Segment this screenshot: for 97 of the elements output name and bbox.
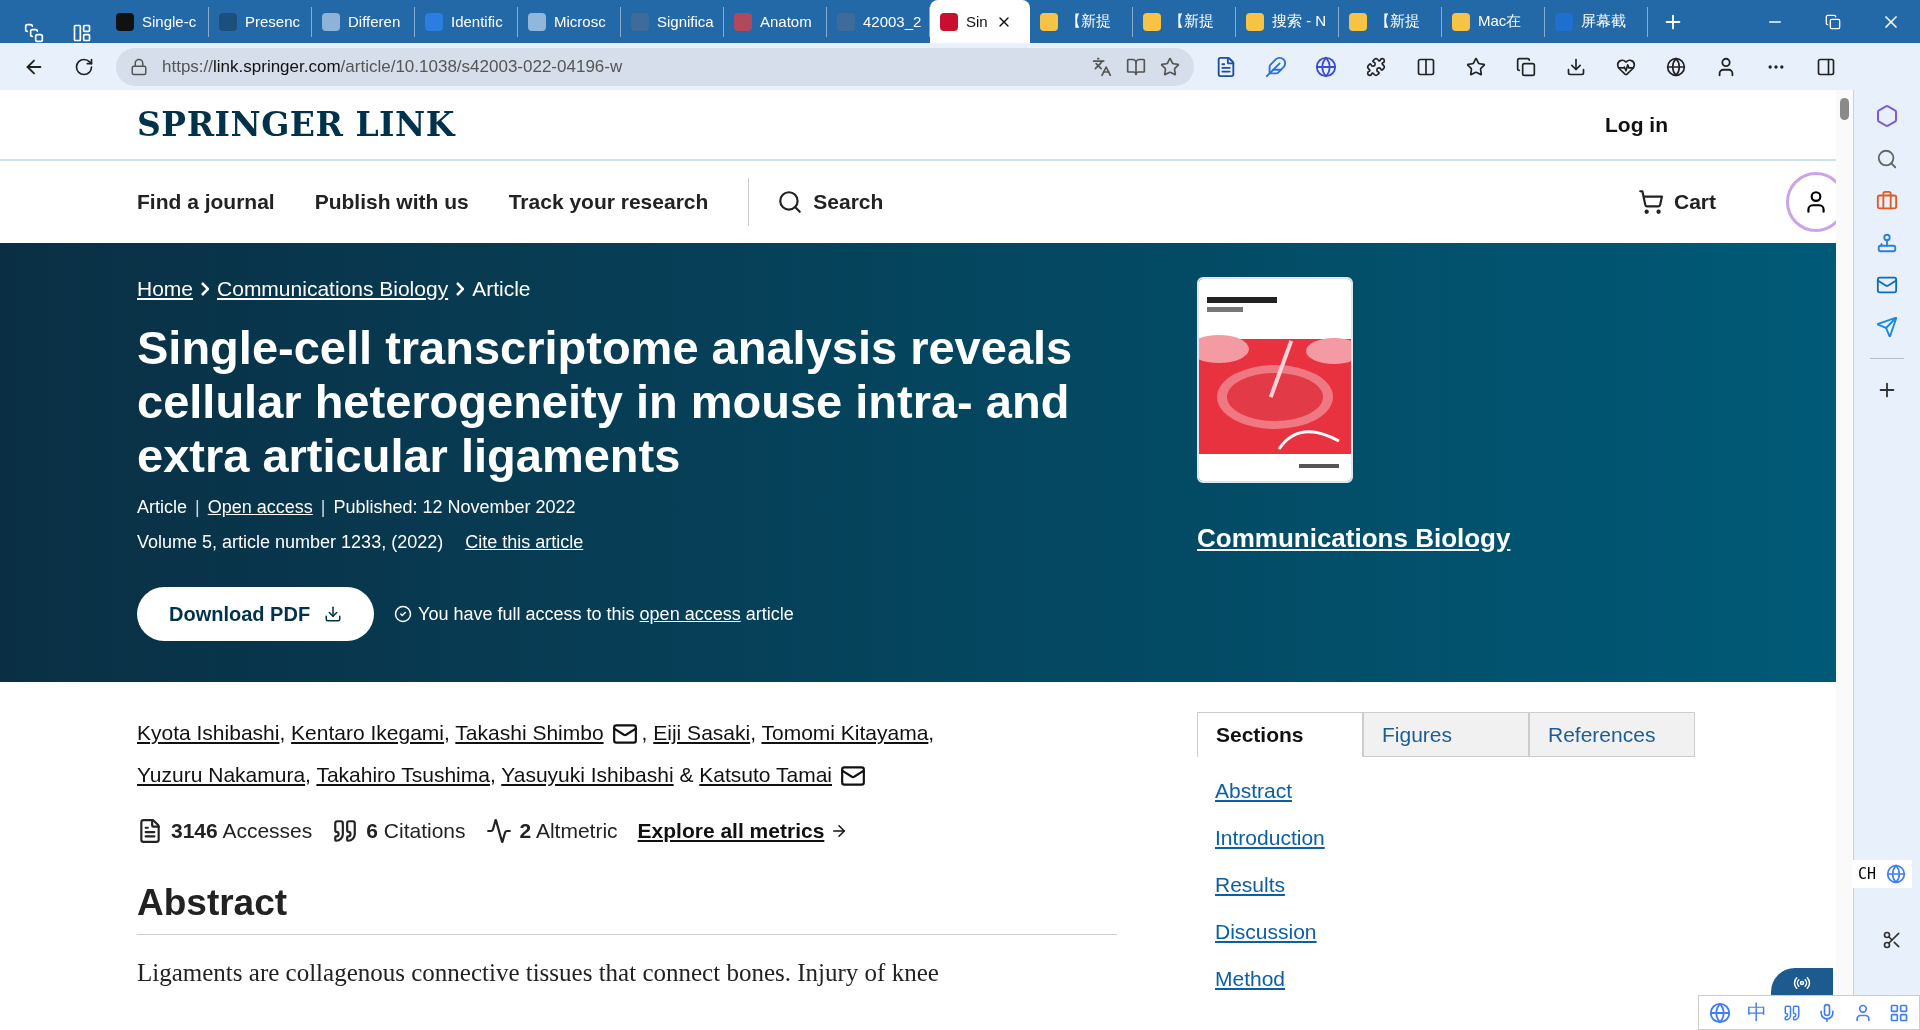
author-link[interactable]: Eiji Sasaki	[653, 721, 751, 744]
browser-tab[interactable]: Identific	[415, 6, 518, 37]
globe-icon[interactable]	[1886, 864, 1906, 884]
pulse-icon	[485, 818, 512, 844]
browser-tab[interactable]: Significa	[621, 6, 724, 37]
browser-tab[interactable]: 【新提	[1133, 6, 1236, 37]
input-mode-text[interactable]: 中	[1747, 999, 1767, 1026]
send-icon[interactable]	[1876, 316, 1898, 338]
metric-text: 3146 Accesses	[171, 819, 313, 843]
separator-text: |	[195, 497, 200, 518]
joystick-icon[interactable]	[1876, 232, 1898, 254]
login-link[interactable]: Log in	[1605, 112, 1668, 137]
translate-icon[interactable]	[1092, 56, 1112, 77]
toolbox-icon[interactable]	[1876, 190, 1898, 212]
separator-text: ,	[305, 763, 311, 786]
lock-icon	[130, 57, 148, 76]
metric-text: 6 Citations	[366, 819, 466, 843]
site-logo[interactable]: SPRINGER LINK	[137, 105, 455, 144]
meta-text: Article	[137, 497, 187, 518]
punctuation-icon[interactable]	[1783, 1003, 1801, 1022]
section-link[interactable]: Results	[1215, 873, 1286, 897]
panel-tab[interactable]: Sections	[1197, 712, 1363, 757]
cite-link[interactable]: Cite this article	[465, 532, 584, 553]
abstract-text: Ligaments are collagenous connective tissues that connect bones. Injury of knee	[137, 959, 940, 987]
separator-text: ,	[279, 721, 286, 744]
search-icon	[777, 189, 804, 215]
section-link[interactable]: Method	[1215, 967, 1286, 991]
hexagon-icon[interactable]	[1875, 104, 1899, 128]
author-link[interactable]: Yuzuru Nakamura	[137, 763, 306, 786]
separator-text: ,	[928, 721, 935, 744]
section-heading: Abstract	[137, 882, 1117, 935]
search-link[interactable]: Search	[777, 189, 884, 215]
open-access-link[interactable]: Open access	[207, 497, 313, 518]
browser-tab[interactable]: 搜索 - N	[1236, 6, 1339, 37]
nav-link[interactable]: Track your research	[508, 190, 709, 214]
author-link[interactable]: Kentaro Ikegami	[291, 721, 445, 744]
access-note: You have full access to this open access article	[418, 603, 794, 625]
browser-tab[interactable]: Differen	[312, 6, 415, 37]
explore-metrics-link[interactable]: Explore all metrics	[637, 819, 849, 843]
meta-text: Published: 12 November 2022	[333, 497, 576, 518]
browser-tab[interactable]: Presenc	[209, 6, 312, 37]
screenshot-icon[interactable]	[1882, 930, 1902, 950]
browser-tab[interactable]: Anatom	[724, 6, 827, 37]
browser-tab[interactable]: 42003_2	[827, 6, 930, 37]
section-link[interactable]: Introduction	[1215, 826, 1325, 850]
browser-tab[interactable]: 【新提	[1030, 6, 1133, 37]
chevron-icon	[456, 282, 465, 296]
metric-text: 2 Altmetric	[519, 819, 618, 843]
breadcrumb-current: Article	[472, 277, 531, 301]
browser-tab[interactable]: Microsc	[518, 6, 621, 37]
browser-tab[interactable]: 【新提	[1339, 6, 1442, 37]
author-link[interactable]: Yasuyuki Ishibashi	[501, 763, 674, 786]
open-access-link[interactable]: open access	[639, 603, 741, 624]
volume-text: Volume 5, article number 1233, (2022)	[137, 532, 444, 553]
search-icon[interactable]	[1876, 148, 1898, 170]
browser-tab[interactable]: Mac在	[1442, 6, 1545, 37]
chevron-icon	[201, 282, 210, 296]
breadcrumb-link[interactable]: Home	[137, 277, 194, 301]
browser-tab[interactable]: Single-c	[106, 6, 209, 37]
article-title: Single-cell transcriptome analysis reveals cellular heterogeneity in mouse intra- and extra articular ligaments	[137, 321, 1074, 483]
separator-text: &	[678, 763, 694, 786]
reader-icon[interactable]	[1126, 56, 1146, 77]
microphone-icon[interactable]	[1817, 1002, 1837, 1023]
address-bar[interactable]: https://link.springer.com/article/10.1038/s42003-022-04196-w	[116, 47, 1194, 86]
author-link[interactable]: Takashi Shimbo	[455, 721, 604, 744]
favorite-icon[interactable]	[1160, 56, 1180, 77]
grid-icon[interactable]	[1889, 1002, 1909, 1023]
panel-tab[interactable]: Figures	[1363, 712, 1529, 757]
cart-link[interactable]: Cart	[1638, 189, 1716, 215]
download-icon	[324, 605, 343, 623]
user-icon[interactable]	[1853, 1002, 1873, 1023]
separator-text: ,	[641, 721, 648, 744]
scrollbar-thumb[interactable]	[1840, 98, 1849, 120]
author-link[interactable]: Tomomi Kitayama	[761, 721, 929, 744]
account-avatar[interactable]	[1786, 172, 1836, 232]
panel-tab[interactable]: References	[1529, 712, 1695, 757]
separator-text: ,	[444, 721, 450, 744]
browser-tab[interactable]: Sin	[930, 0, 1030, 43]
nav-link[interactable]: Find a journal	[137, 190, 275, 214]
author-link[interactable]: Takahiro Tsushima	[316, 763, 490, 786]
quote-icon	[332, 818, 359, 844]
separator-text: ,	[489, 763, 496, 786]
author-link[interactable]: Kyota Ishibashi	[137, 721, 280, 744]
author-link[interactable]: Katsuto Tamai	[699, 763, 832, 786]
cart-icon	[1638, 189, 1664, 215]
section-link[interactable]: Abstract	[1215, 779, 1293, 803]
document-icon	[137, 818, 163, 844]
separator-text: ,	[750, 721, 756, 744]
check-icon	[394, 605, 413, 623]
browser-tab[interactable]: 屏幕截	[1545, 6, 1648, 37]
section-link[interactable]: Discussion	[1215, 920, 1317, 944]
journal-link[interactable]: Communications Biology	[1197, 523, 1511, 554]
download-pdf-button[interactable]: Download PDF	[137, 587, 375, 641]
breadcrumb-link[interactable]: Communications Biology	[217, 277, 449, 301]
separator-text: |	[320, 497, 326, 518]
nav-link[interactable]: Publish with us	[314, 190, 469, 214]
globe-icon[interactable]	[1709, 1001, 1731, 1024]
